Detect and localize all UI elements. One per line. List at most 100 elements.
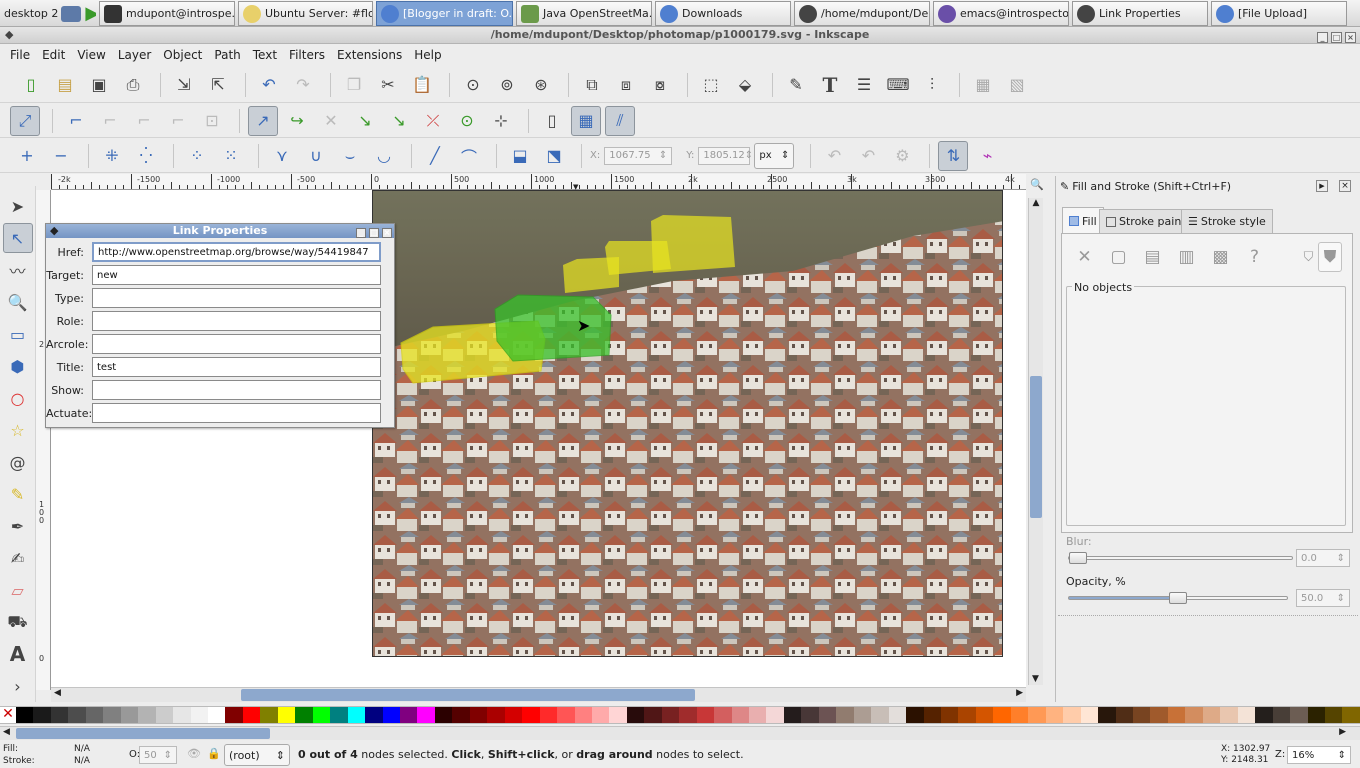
color-swatch[interactable] bbox=[469, 707, 488, 723]
menu-file[interactable]: File bbox=[4, 48, 36, 62]
scroll-up-icon[interactable]: ▲ bbox=[1029, 198, 1043, 208]
print-icon[interactable]: ⎙ bbox=[118, 70, 148, 100]
color-swatch[interactable] bbox=[679, 707, 697, 723]
snap-page-icon[interactable]: ▯ bbox=[537, 106, 567, 136]
snap-guide-icon[interactable]: ⫽ bbox=[605, 105, 635, 136]
snap-nodes-icon[interactable]: ↗ bbox=[248, 105, 278, 136]
menu-view[interactable]: View bbox=[71, 48, 111, 62]
palette-scrollbar[interactable]: ◀ ▶ bbox=[0, 726, 1360, 740]
task-file-upload[interactable]: [File Upload] bbox=[1211, 1, 1347, 26]
color-swatch[interactable] bbox=[434, 707, 453, 723]
flat-color-icon[interactable]: ▢ bbox=[1102, 242, 1135, 272]
paste-icon[interactable]: 📋 bbox=[407, 70, 437, 100]
color-swatch[interactable] bbox=[644, 707, 662, 723]
color-swatch[interactable] bbox=[696, 707, 715, 723]
dialog-minimize-button[interactable]: _ bbox=[356, 228, 366, 238]
opacity-slider-knob[interactable] bbox=[1169, 592, 1187, 604]
color-swatch[interactable] bbox=[539, 707, 558, 723]
no-color-swatch[interactable]: ✕ bbox=[0, 707, 16, 723]
color-swatch[interactable] bbox=[975, 707, 994, 723]
color-swatch[interactable] bbox=[1202, 707, 1221, 723]
align-icon[interactable]: ⫶ bbox=[917, 70, 947, 100]
show-outline-icon[interactable]: ↶ bbox=[853, 141, 883, 171]
snap-bbox-icon[interactable]: ⌐ bbox=[61, 106, 91, 136]
text-font-icon[interactable]: T bbox=[815, 70, 845, 100]
join-segment-icon[interactable]: ⁘ bbox=[182, 141, 212, 171]
color-swatch[interactable] bbox=[50, 707, 69, 723]
color-swatch[interactable] bbox=[242, 707, 261, 723]
break-path-icon[interactable]: ⁛ bbox=[131, 141, 161, 171]
color-swatch[interactable] bbox=[1028, 707, 1046, 723]
color-swatch[interactable] bbox=[1324, 707, 1343, 723]
color-swatch[interactable] bbox=[522, 707, 540, 723]
color-swatch[interactable] bbox=[295, 707, 313, 723]
insert-node-icon[interactable]: + bbox=[12, 141, 42, 171]
color-swatch[interactable] bbox=[626, 707, 645, 723]
zoom-tool-icon[interactable]: 🔍 bbox=[3, 287, 33, 317]
show-transform-handles-icon[interactable]: ⇅ bbox=[938, 140, 969, 171]
path-outline-icon[interactable]: ⌁ bbox=[972, 141, 1002, 171]
color-swatch[interactable] bbox=[1237, 707, 1256, 723]
menu-edit[interactable]: Edit bbox=[36, 48, 71, 62]
layer-lock-icon[interactable]: 🔒 bbox=[207, 747, 221, 760]
menu-help[interactable]: Help bbox=[408, 48, 447, 62]
blur-slider-knob[interactable] bbox=[1069, 552, 1087, 564]
zoom-page-icon[interactable]: ⊛ bbox=[526, 70, 556, 100]
color-swatch[interactable] bbox=[120, 707, 139, 723]
task-terminal[interactable]: mdupont@introspe... bbox=[99, 1, 235, 26]
object-to-path-icon[interactable]: ⬓ bbox=[505, 141, 535, 171]
snap-smooth-icon[interactable]: ↘ bbox=[384, 106, 414, 136]
status-opacity-input[interactable]: 50 ⇕ bbox=[139, 746, 177, 764]
ellipse-tool-icon[interactable]: ○ bbox=[3, 383, 33, 413]
color-swatch[interactable] bbox=[888, 707, 907, 723]
color-swatch[interactable] bbox=[330, 707, 348, 723]
calligraphy-tool-icon[interactable]: ✍ bbox=[3, 543, 33, 573]
blur-input[interactable]: 0.0 ⇕ bbox=[1296, 549, 1350, 567]
snap-midpoints-icon[interactable]: ⤫ bbox=[418, 106, 448, 136]
color-swatch[interactable] bbox=[1272, 707, 1291, 723]
duplicate-icon[interactable]: ⧉ bbox=[577, 70, 607, 100]
task-inkscape-file[interactable]: /home/mdupont/De... bbox=[794, 1, 930, 26]
color-swatch[interactable] bbox=[923, 707, 942, 723]
edit-clip-icon[interactable]: ⚙ bbox=[887, 141, 917, 171]
color-swatch[interactable] bbox=[103, 707, 121, 723]
linear-gradient-icon[interactable]: ▤ bbox=[1136, 242, 1169, 272]
redo-icon[interactable]: ↷ bbox=[288, 70, 318, 100]
document-properties-icon[interactable]: ▧ bbox=[1002, 70, 1032, 100]
zoom-input[interactable]: 16% ⇕ bbox=[1287, 746, 1351, 764]
snap-intersections-icon[interactable]: ✕ bbox=[316, 106, 346, 136]
copy-icon[interactable]: ❐ bbox=[339, 70, 369, 100]
new-document-icon[interactable]: ▯ bbox=[16, 70, 46, 100]
snap-centers-icon[interactable]: ⊙ bbox=[452, 106, 482, 136]
color-swatch[interactable] bbox=[504, 707, 523, 723]
blur-slider[interactable] bbox=[1068, 556, 1293, 560]
scroll-left-icon[interactable]: ◀ bbox=[3, 727, 10, 737]
group-icon[interactable]: ⬚ bbox=[696, 70, 726, 100]
village-photo[interactable] bbox=[372, 190, 1003, 657]
dialog-menu-icon[interactable]: ◆ bbox=[50, 224, 58, 238]
menu-path[interactable]: Path bbox=[208, 48, 246, 62]
snap-bbox-mid-icon[interactable]: ⌐ bbox=[163, 106, 193, 136]
snap-cusp-icon[interactable]: ↘ bbox=[350, 106, 380, 136]
color-swatch[interactable] bbox=[766, 707, 784, 723]
task-josm[interactable]: Java OpenStreetMa... bbox=[516, 1, 652, 26]
delete-segment-icon[interactable]: ⁙ bbox=[216, 141, 246, 171]
color-swatch[interactable] bbox=[16, 707, 34, 723]
color-swatch[interactable] bbox=[1290, 707, 1308, 723]
color-swatch[interactable] bbox=[1342, 707, 1360, 723]
scroll-thumb[interactable] bbox=[241, 689, 695, 701]
bucket-tool-icon[interactable]: ⛟ bbox=[3, 607, 33, 637]
color-swatch[interactable] bbox=[382, 707, 400, 723]
color-swatch[interactable] bbox=[1255, 707, 1273, 723]
snap-bbox-edge-icon[interactable]: ⌐ bbox=[95, 106, 125, 136]
color-swatch[interactable] bbox=[749, 707, 767, 723]
scroll-down-icon[interactable]: ▼ bbox=[1029, 674, 1042, 684]
layers-icon[interactable]: ☰ bbox=[849, 70, 879, 100]
color-swatch[interactable] bbox=[958, 707, 976, 723]
ungroup-icon[interactable]: ⬙ bbox=[730, 70, 760, 100]
actuate-input[interactable] bbox=[92, 403, 381, 423]
snap-rotation-icon[interactable]: ⊹ bbox=[486, 106, 516, 136]
open-icon[interactable]: ▤ bbox=[50, 70, 80, 100]
color-swatch[interactable] bbox=[260, 707, 278, 723]
show-input[interactable] bbox=[92, 380, 381, 400]
